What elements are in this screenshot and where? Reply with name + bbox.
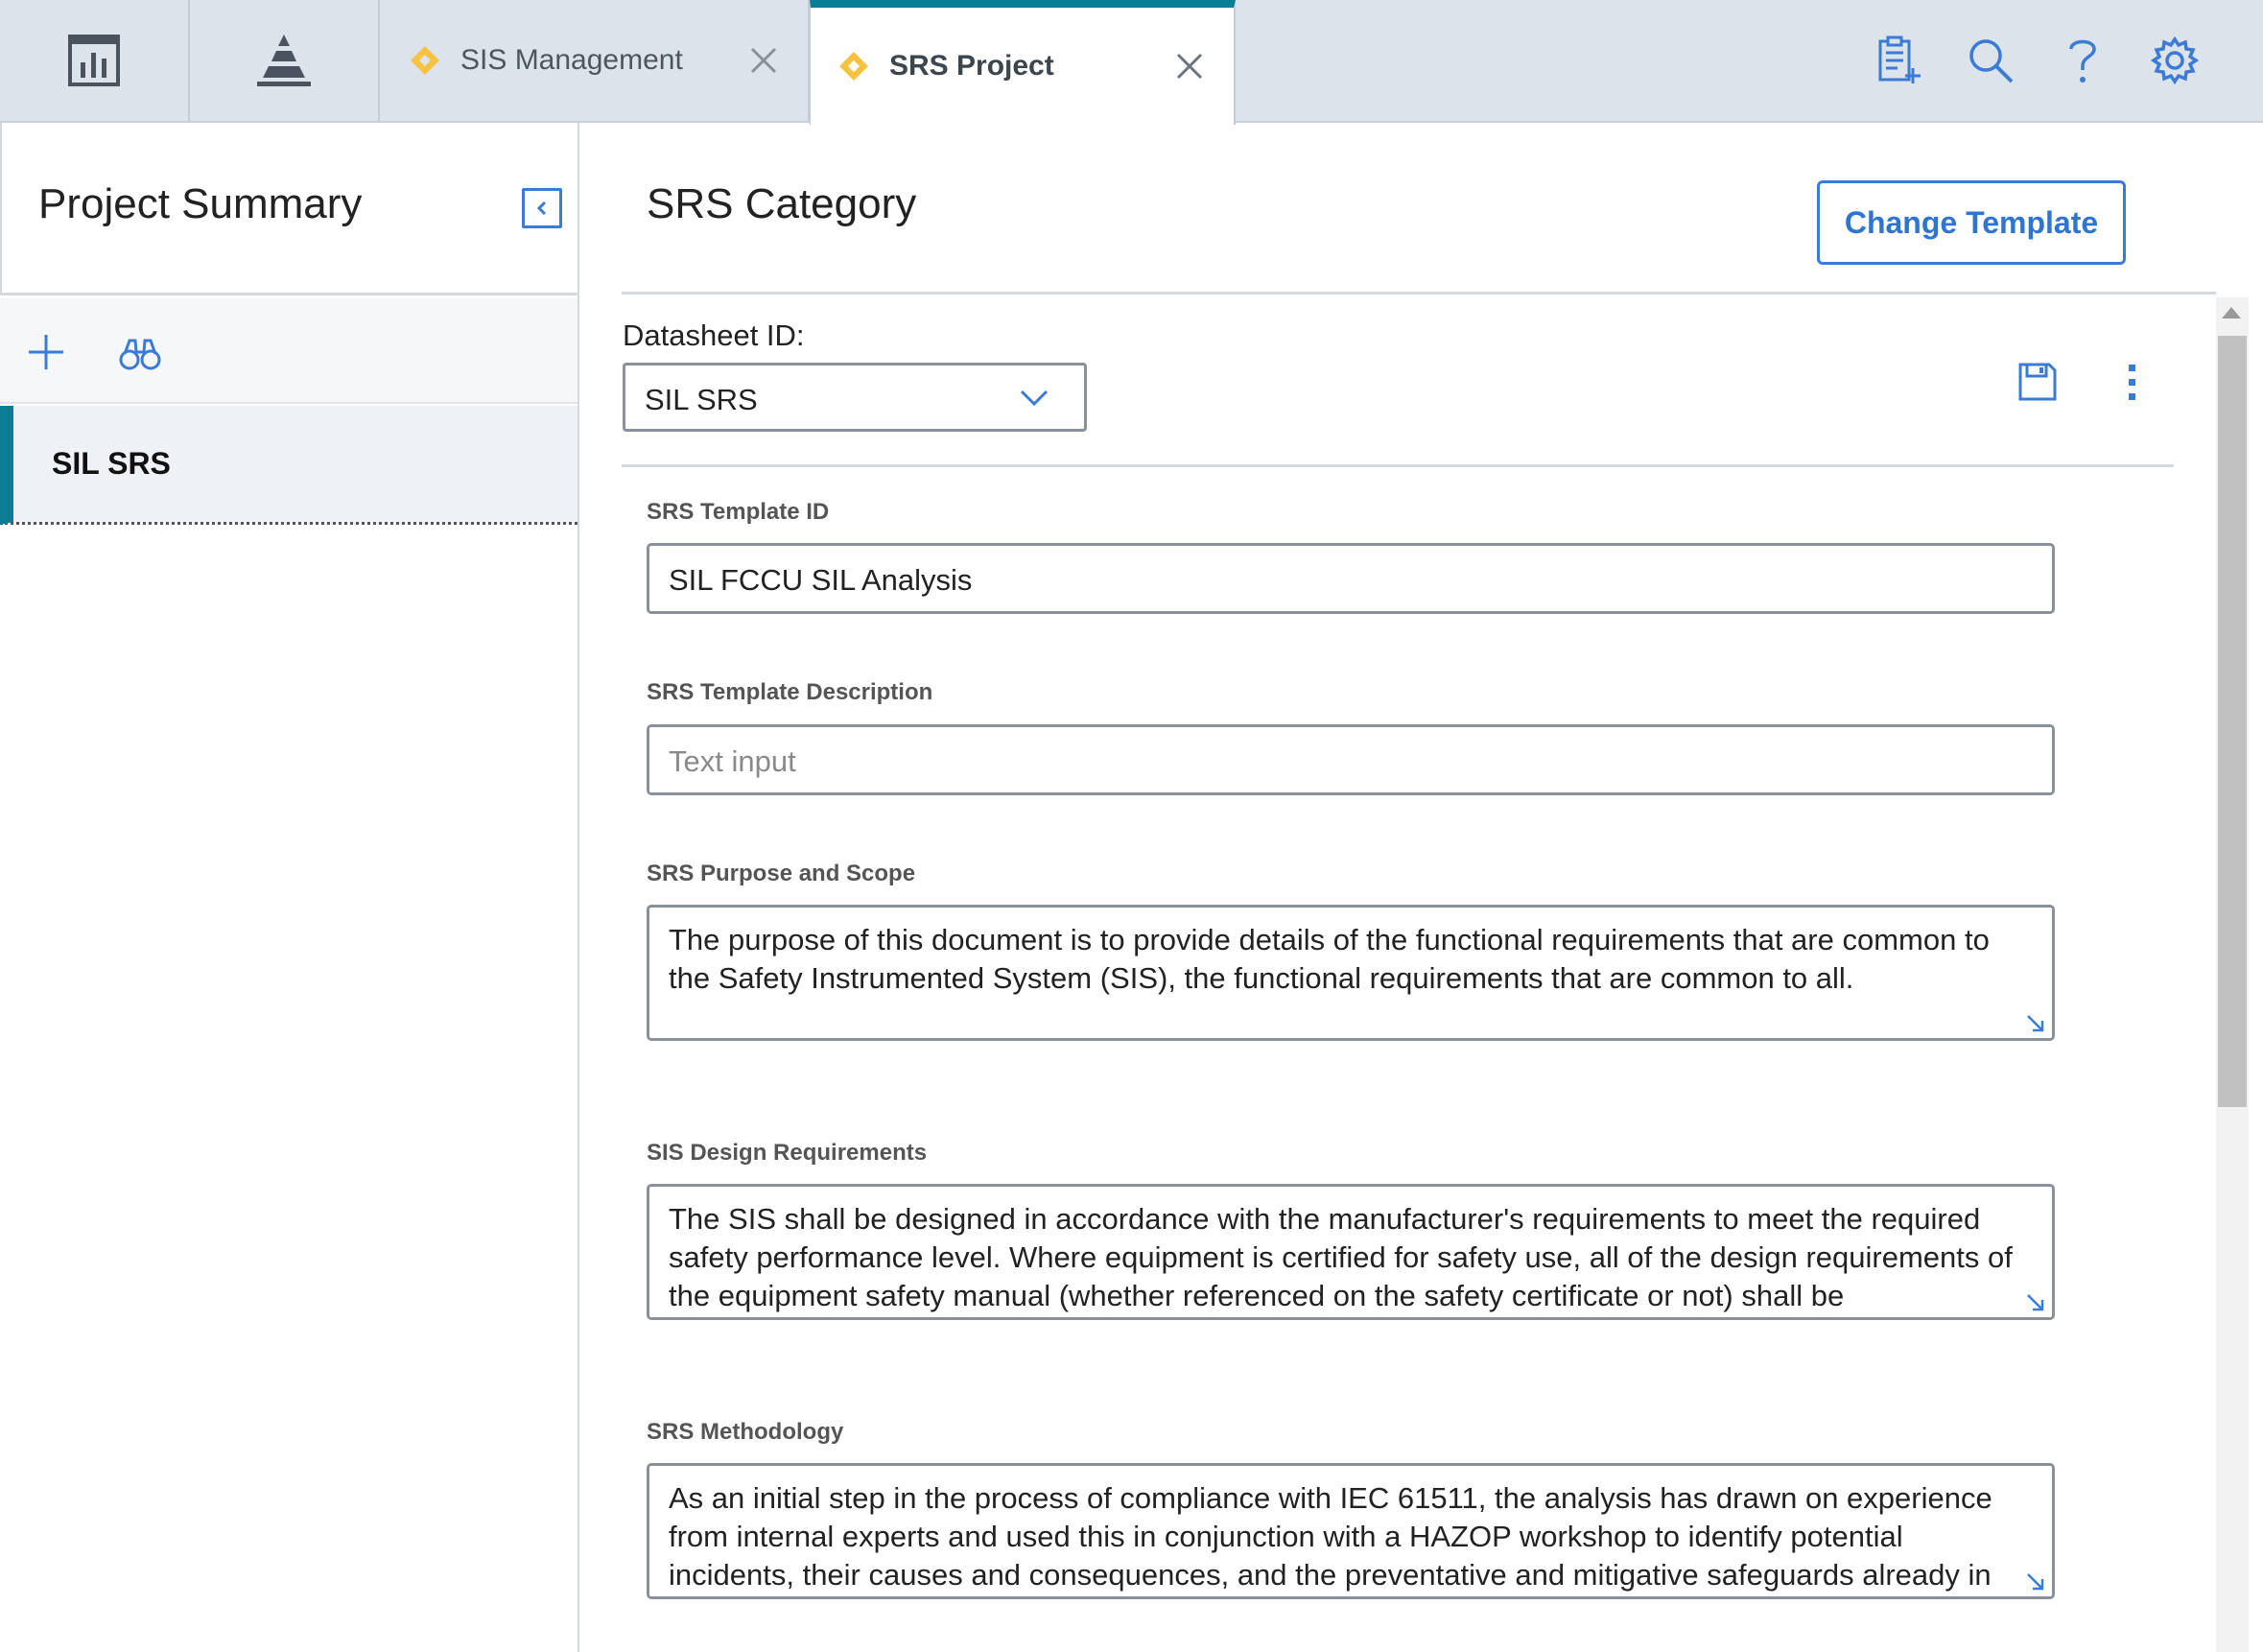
- help-icon[interactable]: [2057, 35, 2109, 86]
- list-item-label: SIL SRS: [52, 446, 171, 481]
- tab-sis-management[interactable]: SIS Management: [382, 0, 810, 121]
- datasheet-select[interactable]: SIL SRS: [623, 363, 1087, 432]
- sis-design-requirements-textarea[interactable]: The SIS shall be designed in accordance …: [647, 1184, 2055, 1320]
- project-summary-panel: Project Summary SIL SRS: [0, 123, 579, 1652]
- search-icon[interactable]: [1965, 35, 2016, 86]
- diamond-icon: [411, 46, 439, 75]
- tab-srs-project[interactable]: SRS Project: [810, 0, 1236, 125]
- divider: [622, 464, 2174, 467]
- datasheet-value: SIL SRS: [645, 383, 758, 416]
- close-icon[interactable]: [743, 39, 785, 82]
- srs-purpose-scope-value: The purpose of this document is to provi…: [669, 923, 1990, 995]
- more-options-icon[interactable]: [2122, 361, 2141, 405]
- datasheet-label: Datasheet ID:: [623, 319, 805, 352]
- scroll-up-icon[interactable]: [2222, 307, 2241, 319]
- settings-icon[interactable]: [2149, 35, 2201, 86]
- diamond-icon: [839, 52, 868, 81]
- save-icon[interactable]: [2016, 361, 2059, 403]
- chevron-left-icon: [536, 201, 547, 216]
- srs-template-id-value: SIL FCCU SIL Analysis: [669, 563, 973, 597]
- srs-template-description-label: SRS Template Description: [647, 679, 933, 705]
- chevron-down-icon: [1020, 389, 1049, 407]
- srs-template-id-input[interactable]: SIL FCCU SIL Analysis: [647, 543, 2055, 614]
- dashboard-icon: [68, 35, 120, 86]
- collapse-panel-button[interactable]: [522, 188, 562, 228]
- pyramid-icon: [257, 35, 311, 86]
- new-report-icon[interactable]: [1873, 35, 1924, 86]
- dashboard-tab[interactable]: [0, 0, 190, 121]
- srs-template-description-input[interactable]: Text input: [647, 724, 2055, 795]
- pyramid-tab[interactable]: [190, 0, 380, 121]
- sis-design-requirements-value: The SIS shall be designed in accordance …: [669, 1202, 2013, 1312]
- page-title: SRS Category: [647, 180, 917, 227]
- tab-label: SIS Management: [460, 44, 683, 76]
- add-icon[interactable]: [25, 331, 67, 373]
- sis-design-requirements-label: SIS Design Requirements: [647, 1140, 928, 1166]
- binoculars-icon[interactable]: [119, 335, 161, 373]
- resize-handle-icon[interactable]: [2025, 1571, 2046, 1593]
- tab-label: SRS Project: [889, 50, 1054, 82]
- resize-handle-icon[interactable]: [2025, 1013, 2046, 1034]
- divider: [622, 292, 2216, 295]
- srs-methodology-label: SRS Methodology: [647, 1419, 844, 1445]
- srs-purpose-scope-label: SRS Purpose and Scope: [647, 861, 916, 886]
- scrollbar-thumb[interactable]: [2218, 336, 2247, 1107]
- panel-header: Project Summary: [0, 123, 578, 295]
- srs-template-id-label: SRS Template ID: [647, 499, 830, 525]
- panel-toolbar: [0, 298, 578, 404]
- top-bar: SIS Management SRS Project: [0, 0, 2263, 125]
- change-template-button[interactable]: Change Template: [1817, 180, 2126, 265]
- panel-title: Project Summary: [38, 180, 363, 227]
- list-item[interactable]: SIL SRS: [0, 406, 578, 525]
- srs-methodology-textarea[interactable]: As an initial step in the process of com…: [647, 1463, 2055, 1599]
- srs-template-description-placeholder: Text input: [669, 744, 796, 778]
- resize-handle-icon[interactable]: [2025, 1292, 2046, 1313]
- srs-purpose-scope-textarea[interactable]: The purpose of this document is to provi…: [647, 905, 2055, 1041]
- srs-methodology-value: As an initial step in the process of com…: [669, 1481, 1992, 1592]
- close-icon[interactable]: [1168, 45, 1211, 87]
